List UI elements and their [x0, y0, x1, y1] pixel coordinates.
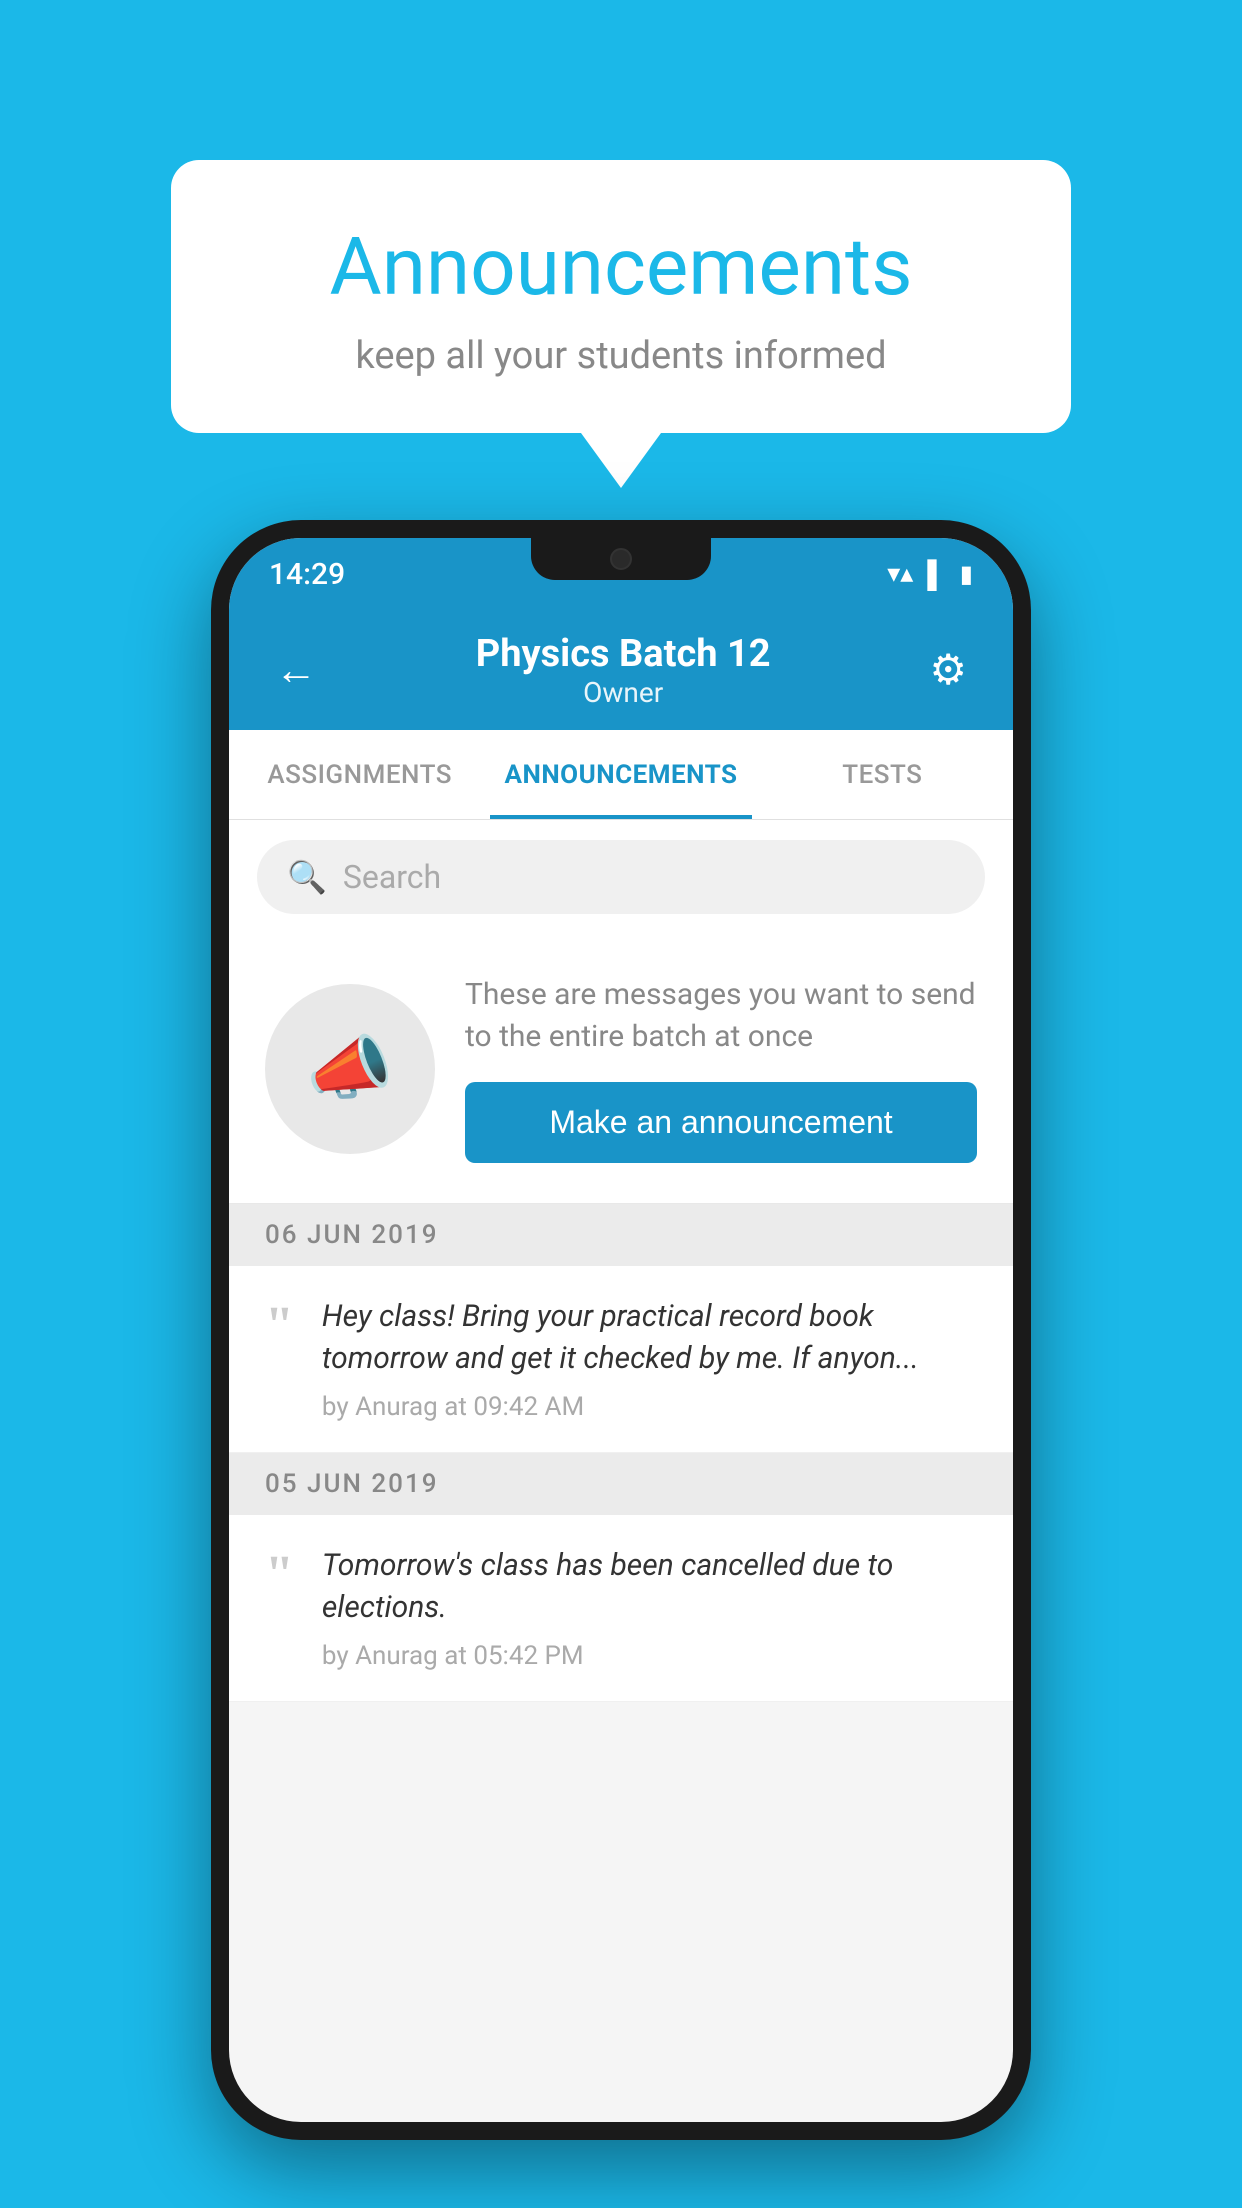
signal-icon: ▌ — [927, 559, 945, 590]
speech-bubble-subtitle: keep all your students informed — [251, 334, 991, 378]
megaphone-icon: 📣 — [306, 1028, 393, 1110]
announcement-content-1: Hey class! Bring your practical record b… — [322, 1296, 977, 1422]
announcement-meta-1: by Anurag at 09:42 AM — [322, 1392, 977, 1422]
quote-icon-2: " — [265, 1549, 294, 1601]
announcement-prompt: 📣 These are messages you want to send to… — [229, 934, 1013, 1204]
date-separator-1: 06 JUN 2019 — [229, 1204, 1013, 1266]
speech-bubble: Announcements keep all your students inf… — [171, 160, 1071, 433]
status-time: 14:29 — [269, 557, 345, 592]
tabs-bar: ASSIGNMENTS ANNOUNCEMENTS TESTS — [229, 730, 1013, 820]
date-separator-2: 05 JUN 2019 — [229, 1453, 1013, 1515]
status-icons: ▾▴ ▌ ▮ — [887, 559, 973, 590]
screen-content: 🔍 Search 📣 These are messages you want t… — [229, 820, 1013, 2122]
phone-camera — [610, 548, 632, 570]
back-button[interactable]: ← — [265, 636, 327, 705]
announcement-meta-2: by Anurag at 05:42 PM — [322, 1641, 977, 1671]
announcement-item-1[interactable]: " Hey class! Bring your practical record… — [229, 1266, 1013, 1453]
announcement-item-2[interactable]: " Tomorrow's class has been cancelled du… — [229, 1515, 1013, 1702]
settings-button[interactable]: ⚙ — [919, 635, 977, 705]
tab-announcements[interactable]: ANNOUNCEMENTS — [490, 730, 751, 819]
tab-assignments[interactable]: ASSIGNMENTS — [229, 730, 490, 819]
app-bar-title: Physics Batch 12 — [476, 632, 771, 676]
phone-screen: 14:29 ▾▴ ▌ ▮ ← Physics Batch 12 Owner ⚙ — [229, 538, 1013, 2122]
search-placeholder: Search — [343, 858, 441, 896]
announcement-icon: 📣 — [265, 984, 435, 1154]
announcement-text-1: Hey class! Bring your practical record b… — [322, 1296, 977, 1380]
announcement-prompt-text: These are messages you want to send to t… — [465, 974, 977, 1058]
tab-tests[interactable]: TESTS — [752, 730, 1013, 819]
phone-notch — [531, 538, 711, 580]
app-bar-subtitle: Owner — [583, 676, 663, 709]
search-icon: 🔍 — [287, 858, 327, 896]
battery-icon: ▮ — [960, 560, 973, 588]
phone-outer: 14:29 ▾▴ ▌ ▮ ← Physics Batch 12 Owner ⚙ — [211, 520, 1031, 2140]
speech-bubble-tail — [581, 433, 661, 488]
make-announcement-button[interactable]: Make an announcement — [465, 1082, 977, 1163]
wifi-icon: ▾▴ — [887, 559, 913, 589]
announcement-prompt-right: These are messages you want to send to t… — [465, 974, 977, 1163]
quote-icon-1: " — [265, 1300, 294, 1352]
announcement-text-2: Tomorrow's class has been cancelled due … — [322, 1545, 977, 1629]
speech-bubble-section: Announcements keep all your students inf… — [171, 160, 1071, 488]
search-input-wrapper[interactable]: 🔍 Search — [257, 840, 985, 914]
phone-mockup: 14:29 ▾▴ ▌ ▮ ← Physics Batch 12 Owner ⚙ — [211, 520, 1031, 2140]
app-bar-title-block: Physics Batch 12 Owner — [476, 632, 771, 709]
speech-bubble-title: Announcements — [251, 220, 991, 314]
app-bar: ← Physics Batch 12 Owner ⚙ — [229, 610, 1013, 730]
search-container: 🔍 Search — [229, 820, 1013, 934]
announcement-content-2: Tomorrow's class has been cancelled due … — [322, 1545, 977, 1671]
